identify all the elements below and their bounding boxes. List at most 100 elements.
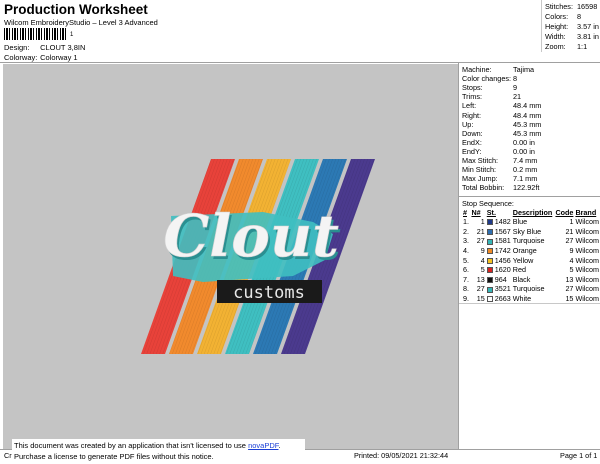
page-title: Production Worksheet (4, 2, 148, 17)
machine-info-row: Max Stitch: 7.4 mm (462, 156, 537, 165)
brand-cell: Wilcom (575, 265, 599, 275)
barcode (4, 28, 68, 40)
desc-cell: Yellow (512, 255, 534, 265)
stitch-count: 1567 (494, 226, 511, 236)
colorway-value: Colorway 1 (40, 53, 78, 62)
n-cell: 7. (463, 274, 469, 284)
info-value: 48.4 mm (513, 101, 542, 111)
stat-value: 16598 (577, 2, 598, 11)
n-cell: 9. (463, 294, 469, 304)
panel-divider-bottom (459, 303, 600, 304)
stitch-cell: 3521 (486, 284, 512, 294)
machine-info-row: Machine: Tajima (462, 65, 534, 74)
machine-info-row: Left: 48.4 mm (462, 101, 541, 110)
info-label: EndY: (462, 146, 482, 156)
stat-width: Width: 3.81 in (545, 32, 599, 41)
info-label: Stops: (462, 83, 483, 93)
stitch-cell: 964 (486, 275, 512, 285)
logo-subword: customs (233, 283, 305, 303)
table-row: 3. 27 1581 Turquoise 27 Wilcom (462, 236, 600, 246)
desc-cell: White (512, 294, 532, 304)
col-header-stitches: St. (486, 208, 496, 217)
info-label: Max Stitch: (462, 156, 499, 165)
machine-info-row: Min Stitch: 0.2 mm (462, 165, 537, 174)
machine-info-row: Color changes: 8 (462, 74, 517, 83)
n-cell: 3. (463, 236, 469, 246)
stat-height: Height: 3.57 in (545, 22, 599, 31)
info-label: Up: (462, 119, 474, 129)
license-notice: This document was created by an applicat… (12, 439, 305, 464)
needle-cell: 5 (480, 265, 485, 275)
stat-stitches: Stitches: 16598 (545, 2, 597, 11)
embroidery-artwork: Clout Clout customs (141, 159, 375, 354)
info-value: 8 (513, 74, 518, 84)
color-swatch (486, 267, 493, 274)
table-row: 9. 15 2663 White 15 Wilcom (462, 294, 600, 304)
n-cell: 2. (463, 226, 469, 236)
col-header-brand: Brand (575, 208, 597, 217)
needle-cell: 13 (476, 274, 485, 284)
design-value: CLOUT 3,8IN (40, 43, 86, 52)
info-value: 48.4 mm (513, 110, 542, 120)
info-label: Color changes: (462, 74, 512, 84)
code-cell: 21 (565, 226, 574, 236)
notice-period: . (278, 441, 281, 450)
stat-label: Zoom: (545, 42, 566, 51)
stitch-cell: 1567 (486, 227, 512, 237)
info-label: Left: (462, 101, 477, 111)
machine-info-row: Down: 45.3 mm (462, 129, 541, 138)
desc-cell: Sky Blue (512, 226, 542, 236)
stitch-count: 3521 (494, 284, 511, 294)
machine-info-row: Stops: 9 (462, 83, 517, 92)
logo-word: Clout (163, 202, 339, 270)
info-value: 7.1 mm (513, 174, 538, 184)
n-cell: 4. (463, 246, 469, 256)
brand-cell: Wilcom (575, 246, 599, 256)
color-swatch (486, 238, 493, 245)
stat-label: Width: (545, 32, 566, 41)
info-label: Min Stitch: (462, 165, 497, 175)
info-value: 7.4 mm (513, 156, 538, 165)
needle-cell: 1 (480, 217, 485, 227)
desc-cell: Blue (512, 217, 528, 227)
notice-text: This document was created by an applicat… (14, 441, 249, 450)
table-row: 6. 5 1620 Red 5 Wilcom (462, 265, 600, 275)
code-cell: 27 (565, 284, 574, 294)
stat-value: 3.81 in (577, 32, 599, 41)
stitch-count: 1581 (494, 236, 511, 246)
brand-cell: Wilcom (575, 226, 599, 236)
stitch-count: 2663 (494, 294, 511, 304)
col-header-number: # (463, 208, 467, 217)
info-value: 0.2 mm (513, 165, 538, 175)
stop-sequence-table: # N# St. Description Code Brand 1. 1 1482… (462, 208, 600, 303)
needle-cell: 15 (476, 294, 485, 304)
needle-cell: 27 (476, 284, 485, 294)
info-label: Down: (462, 128, 483, 138)
info-value: 0.00 in (513, 137, 535, 147)
info-label: Machine: (462, 65, 492, 74)
brand-cell: Wilcom (575, 274, 599, 284)
software-subtitle: Wilcom EmbroideryStudio – Level 3 Advanc… (4, 18, 158, 27)
stitch-cell: 1456 (486, 255, 512, 265)
code-cell: 9 (569, 246, 574, 256)
brand-cell: Wilcom (575, 294, 599, 304)
design-preview: Clout Clout customs (3, 64, 458, 449)
table-row: 7. 13 964 Black 13 Wilcom (462, 275, 600, 285)
stitch-cell: 2663 (486, 294, 512, 304)
info-value: 9 (513, 83, 518, 93)
machine-info-row: EndY: 0.00 in (462, 147, 535, 156)
code-cell: 15 (565, 294, 574, 304)
color-swatch (486, 248, 493, 255)
n-cell: 1. (463, 217, 469, 227)
color-swatch (486, 257, 493, 264)
panel-divider (459, 196, 600, 197)
code-cell: 13 (565, 274, 574, 284)
stitch-cell: 1482 (486, 217, 512, 227)
machine-info-row: EndX: 0.00 in (462, 138, 535, 147)
machine-info-row: Right: 48.4 mm (462, 111, 541, 120)
novapdf-link[interactable]: novaPDF (248, 441, 278, 450)
table-row: 5. 4 1456 Yellow 4 Wilcom (462, 255, 600, 265)
desc-cell: Black (512, 274, 531, 284)
info-label: Max Jump: (462, 174, 498, 184)
brand-cell: Wilcom (575, 284, 599, 294)
